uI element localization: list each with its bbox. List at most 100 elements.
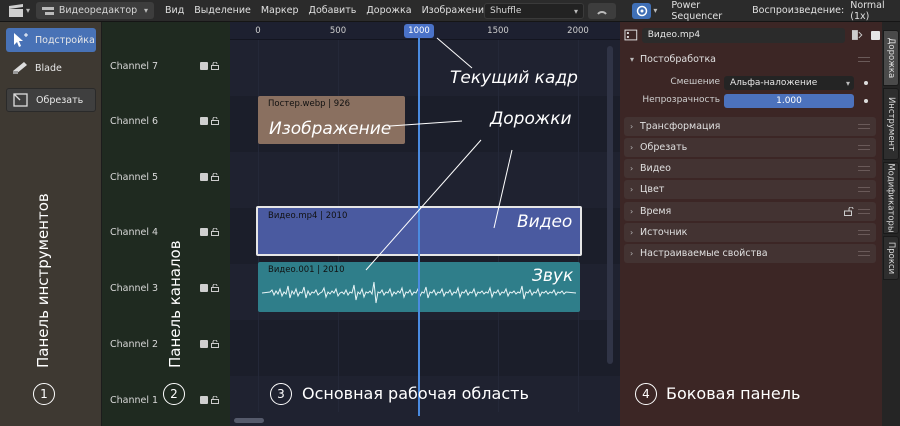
channel-name: Channel 1: [110, 394, 159, 406]
chevron-down-icon: ▾: [26, 6, 31, 15]
channel-name: Channel 6: [110, 115, 159, 127]
checkbox-icon[interactable]: [200, 228, 208, 236]
section-title: Источник: [640, 227, 688, 238]
annotation-number-3: 3: [270, 383, 292, 405]
playback-label: Воспроизведение:: [752, 5, 845, 16]
checkbox-icon[interactable]: [200, 396, 208, 404]
channel-lane: [230, 152, 620, 208]
tool-tweak[interactable]: Подстройка: [6, 28, 96, 52]
section-source[interactable]: › Источник: [624, 223, 876, 242]
chevron-right-icon: ›: [630, 122, 634, 131]
keyframe-dot[interactable]: [864, 81, 868, 85]
current-frame-indicator[interactable]: 1000: [404, 24, 434, 38]
playback-mode[interactable]: Normal (1x): [850, 0, 900, 22]
menu-marker[interactable]: Маркер: [256, 5, 304, 16]
lock-icon[interactable]: [211, 117, 219, 125]
drag-grip-icon[interactable]: [858, 187, 870, 192]
editor-type-button[interactable]: ▾: [4, 2, 34, 20]
drag-grip-icon[interactable]: [858, 251, 870, 256]
overlap-mode-select[interactable]: Shuffle ▾: [484, 3, 584, 19]
lock-icon[interactable]: [211, 396, 219, 404]
chevron-right-icon: ›: [630, 228, 634, 237]
tool-trim-label: Обрезать: [36, 94, 84, 106]
section-custom-properties[interactable]: › Настраиваемые свойства: [624, 244, 876, 263]
tab-strip[interactable]: Дорожка: [883, 30, 899, 86]
annotation-side-panel: Боковая панель: [666, 384, 801, 403]
opacity-label: Непрозрачность: [642, 95, 720, 105]
blend-mode-value: Альфа-наложение: [730, 78, 818, 88]
channel-row[interactable]: Channel 4: [110, 222, 226, 242]
tab-modifiers[interactable]: Модификаторы: [883, 162, 899, 234]
lock-icon[interactable]: [844, 207, 854, 216]
overlay-button[interactable]: [632, 2, 652, 19]
chevron-right-icon: ›: [630, 143, 634, 152]
channel-name: Channel 7: [110, 60, 159, 72]
lock-icon[interactable]: [211, 62, 219, 70]
annotation-tracks: Дорожки: [490, 109, 572, 129]
lock-icon[interactable]: [211, 340, 219, 348]
drag-grip-icon[interactable]: [858, 166, 870, 171]
channel-name: Channel 2: [110, 338, 159, 350]
drag-grip-icon[interactable]: [858, 57, 870, 62]
tool-blade-label: Blade: [35, 62, 62, 74]
blend-mode-select[interactable]: Альфа-наложение ▾: [724, 76, 854, 90]
drag-grip-icon[interactable]: [858, 209, 870, 214]
channel-row[interactable]: Channel 5: [110, 167, 226, 187]
sidebar-tabs: Дорожка Инструмент Модификаторы Прокси: [882, 22, 900, 426]
vertical-scrollbar[interactable]: [607, 46, 613, 364]
keyframe-dot[interactable]: [864, 99, 868, 103]
section-transform[interactable]: › Трансформация: [624, 117, 876, 136]
checkbox-icon[interactable]: [200, 284, 208, 292]
section-crop[interactable]: › Обрезать: [624, 138, 876, 157]
section-time[interactable]: › Время: [624, 202, 876, 221]
snap-button[interactable]: [588, 3, 616, 19]
opacity-slider[interactable]: 1.000: [724, 94, 854, 108]
drag-grip-icon[interactable]: [858, 230, 870, 235]
section-title: Постобработка: [640, 54, 716, 65]
header-bar: ▾ Видеоредактор ▾ Вид Выделение Маркер Д…: [0, 0, 620, 22]
menu-view[interactable]: Вид: [160, 5, 189, 16]
tool-blade[interactable]: Blade: [6, 56, 96, 80]
trim-icon: [13, 93, 28, 107]
section-title: Цвет: [640, 184, 665, 195]
drag-grip-icon[interactable]: [858, 124, 870, 129]
annotation-tool-panel: Панель инструментов: [34, 193, 52, 368]
power-sequencer-menu[interactable]: Power Sequencer: [671, 0, 744, 22]
chevron-right-icon: ›: [630, 207, 634, 216]
menu-add[interactable]: Добавить: [304, 5, 362, 16]
section-post-processing[interactable]: ▾ Постобработка: [624, 50, 876, 69]
tool-trim[interactable]: Обрезать: [6, 88, 96, 112]
header-bar-right: ▾ Power Sequencer Воспроизведение: Norma…: [620, 0, 900, 22]
checkbox-icon[interactable]: [200, 117, 208, 125]
menu-strip[interactable]: Дорожка: [361, 5, 416, 16]
chevron-down-icon: ▾: [573, 6, 578, 16]
drag-grip-icon[interactable]: [858, 145, 870, 150]
mute-checkbox[interactable]: [871, 30, 880, 40]
section-color[interactable]: › Цвет: [624, 180, 876, 199]
annotation-channel-panel: Панель каналов: [166, 240, 184, 368]
section-video[interactable]: › Видео: [624, 159, 876, 178]
tab-proxy[interactable]: Прокси: [883, 236, 899, 280]
blade-icon: [13, 62, 27, 74]
checkbox-icon[interactable]: [200, 173, 208, 181]
tab-tool[interactable]: Инструмент: [883, 88, 899, 160]
checkbox-icon[interactable]: [200, 62, 208, 70]
section-title: Обрезать: [640, 142, 688, 153]
channel-row[interactable]: Channel 6: [110, 111, 226, 131]
lock-icon[interactable]: [211, 173, 219, 181]
chevron-down-icon: ▾: [144, 6, 149, 15]
checkbox-icon[interactable]: [200, 340, 208, 348]
lock-icon[interactable]: [211, 284, 219, 292]
tab-label: Инструмент: [886, 96, 896, 152]
ruler-tick: 2000: [567, 26, 589, 36]
playhead[interactable]: [418, 36, 420, 416]
menu-select[interactable]: Выделение: [189, 5, 256, 16]
editor-mode-select[interactable]: Видеоредактор ▾: [36, 2, 155, 19]
strip-name-field[interactable]: Видео.mp4: [641, 27, 846, 43]
editor-mode-label: Видеоредактор: [58, 5, 138, 16]
channel-row[interactable]: Channel 7: [110, 56, 226, 76]
strip-options-icon[interactable]: [851, 29, 863, 41]
lock-icon[interactable]: [211, 228, 219, 236]
horizontal-scrollbar[interactable]: [234, 418, 264, 423]
chevron-right-icon: ›: [630, 249, 634, 258]
